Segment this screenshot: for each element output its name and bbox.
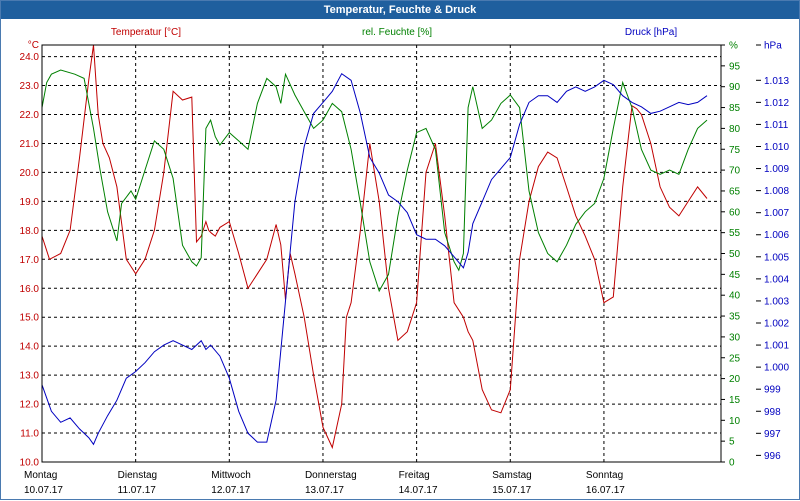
series-line-humidity bbox=[41, 69, 708, 293]
temperature-tick-label: 22.0 bbox=[20, 110, 40, 121]
humidity-tick-label: 90 bbox=[729, 82, 741, 93]
day-name-label: Sonntag bbox=[586, 470, 623, 481]
temperature-unit-label: °C bbox=[28, 40, 39, 51]
humidity-tick-label: % bbox=[729, 41, 738, 52]
pressure-tick-label: 996 bbox=[764, 451, 781, 462]
humidity-tick-label: 30 bbox=[729, 332, 741, 343]
humidity-tick-label: 70 bbox=[729, 166, 741, 177]
axes bbox=[41, 44, 761, 463]
temperature-tick-label: 10.0 bbox=[20, 458, 40, 469]
legend-label: Druck [hPa] bbox=[625, 27, 677, 38]
temperature-tick-label: 13.0 bbox=[20, 371, 40, 382]
temperature-tick-label: 17.0 bbox=[20, 255, 40, 266]
pressure-tick-label: 1.013 bbox=[764, 76, 789, 87]
temperature-tick-label: 18.0 bbox=[20, 226, 40, 237]
day-date-label: 12.07.17 bbox=[211, 485, 250, 496]
pressure-tick-label: 1.003 bbox=[764, 296, 789, 307]
pressure-tick-label: 1.000 bbox=[764, 363, 789, 374]
grid bbox=[42, 45, 721, 463]
pressure-tick-label: hPa bbox=[764, 41, 782, 52]
humidity-tick-label: 55 bbox=[729, 228, 741, 239]
day-date-label: 15.07.17 bbox=[492, 485, 531, 496]
series-lines bbox=[41, 44, 708, 450]
chart-canvas: 10.0 11.0 12.0 13.0 14.0 15.0 16.0 17.0 18.0 19.0… bbox=[20, 27, 790, 496]
pressure-tick-label: 1.001 bbox=[764, 341, 789, 352]
temperature-tick-label: 20.0 bbox=[20, 168, 40, 179]
temperature-tick-label: 11.0 bbox=[20, 429, 39, 440]
temperature-tick-label: 16.0 bbox=[20, 284, 40, 295]
pressure-tick-label: 1.007 bbox=[764, 208, 789, 219]
humidity-tick-label: 65 bbox=[729, 186, 741, 197]
temperature-tick-label: 23.0 bbox=[20, 81, 40, 92]
pressure-tick-label: 999 bbox=[764, 385, 781, 396]
temperature-tick-label: 15.0 bbox=[20, 313, 40, 324]
pressure-tick-label: 1.002 bbox=[764, 319, 789, 330]
pressure-tick-label: 1.011 bbox=[764, 120, 789, 131]
pressure-tick-label: 1.006 bbox=[764, 230, 789, 241]
day-name-label: Donnerstag bbox=[305, 470, 357, 481]
humidity-tick-label: 25 bbox=[729, 353, 741, 364]
humidity-tick-label: 60 bbox=[729, 207, 741, 218]
humidity-tick-label: 75 bbox=[729, 145, 741, 156]
pressure-tick-label: 1.005 bbox=[764, 252, 789, 263]
humidity-tick-label: 80 bbox=[729, 124, 741, 135]
pressure-tick-label: 1.004 bbox=[764, 274, 789, 285]
pressure-tick-label: 1.008 bbox=[764, 186, 789, 197]
humidity-tick-label: 45 bbox=[729, 270, 741, 281]
day-date-label: 11.07.17 bbox=[118, 485, 157, 496]
legend-label: rel. Feuchte [%] bbox=[362, 27, 432, 38]
temperature-tick-label: 24.0 bbox=[20, 52, 40, 63]
humidity-tick-label: 20 bbox=[729, 374, 741, 385]
humidity-tick-label: 0 bbox=[729, 458, 735, 469]
humidity-tick-label: 35 bbox=[729, 312, 741, 323]
legend-label: Temperatur [°C] bbox=[111, 27, 181, 38]
day-name-label: Dienstag bbox=[118, 470, 157, 481]
temperature-tick-label: 12.0 bbox=[20, 400, 40, 411]
humidity-tick-label: 40 bbox=[729, 291, 741, 302]
pressure-tick-label: 1.009 bbox=[764, 164, 789, 175]
axis-labels: 10.0 11.0 12.0 13.0 14.0 15.0 16.0 17.0 18.0 19.0… bbox=[20, 27, 790, 496]
humidity-tick-label: 5 bbox=[729, 437, 735, 448]
temperature-tick-label: 14.0 bbox=[20, 342, 40, 353]
day-name-label: Samstag bbox=[492, 470, 531, 481]
humidity-tick-label: 85 bbox=[729, 103, 741, 114]
pressure-tick-label: 997 bbox=[764, 429, 781, 440]
temperature-tick-label: 21.0 bbox=[20, 139, 40, 150]
series-line-temperature bbox=[41, 44, 708, 450]
pressure-tick-label: 1.012 bbox=[764, 98, 789, 109]
day-date-label: 13.07.17 bbox=[305, 485, 344, 496]
pressure-tick-label: 1.010 bbox=[764, 142, 789, 153]
day-name-label: Montag bbox=[24, 470, 57, 481]
pressure-tick-label: 998 bbox=[764, 407, 781, 418]
temperature-tick-label: 19.0 bbox=[20, 197, 40, 208]
day-date-label: 16.07.17 bbox=[586, 485, 625, 496]
day-name-label: Mittwoch bbox=[211, 470, 250, 481]
plot-area-frame bbox=[41, 44, 722, 463]
chart-window: Temperatur, Feuchte & Druck 10.0 11.0 12.0… bbox=[0, 0, 800, 500]
humidity-tick-label: 95 bbox=[729, 61, 741, 72]
humidity-tick-label: 50 bbox=[729, 249, 741, 260]
humidity-tick-label: 15 bbox=[729, 395, 741, 406]
day-date-label: 10.07.17 bbox=[24, 485, 63, 496]
day-date-label: 14.07.17 bbox=[399, 485, 438, 496]
humidity-tick-label: 10 bbox=[729, 416, 741, 427]
day-name-label: Freitag bbox=[399, 470, 430, 481]
